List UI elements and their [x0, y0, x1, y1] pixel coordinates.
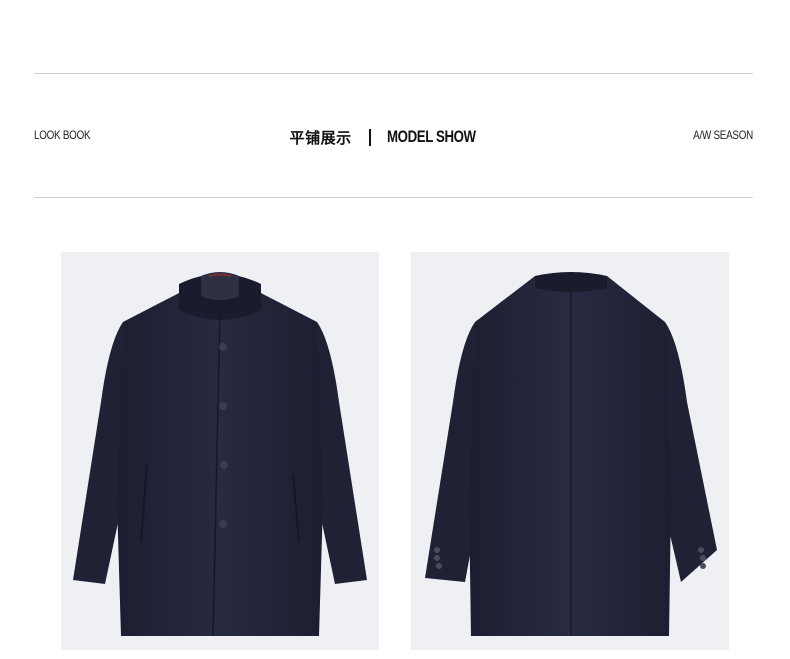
bottom-divider	[34, 197, 753, 198]
product-photo-front	[61, 252, 379, 650]
coat-back-icon	[425, 272, 717, 636]
title-chinese: 平铺展示	[289, 128, 352, 147]
section-title: 平铺展示 MODEL SHOW	[0, 120, 790, 154]
season-label: A/W SEASON	[693, 128, 753, 142]
product-photo-back	[411, 252, 729, 650]
top-divider	[34, 73, 753, 74]
title-english: MODEL SHOW	[386, 127, 476, 146]
section-header: LOOK BOOK 平铺展示 MODEL SHOW A/W SEASON	[0, 120, 790, 154]
coat-front-icon	[73, 272, 367, 637]
title-separator	[368, 128, 371, 146]
